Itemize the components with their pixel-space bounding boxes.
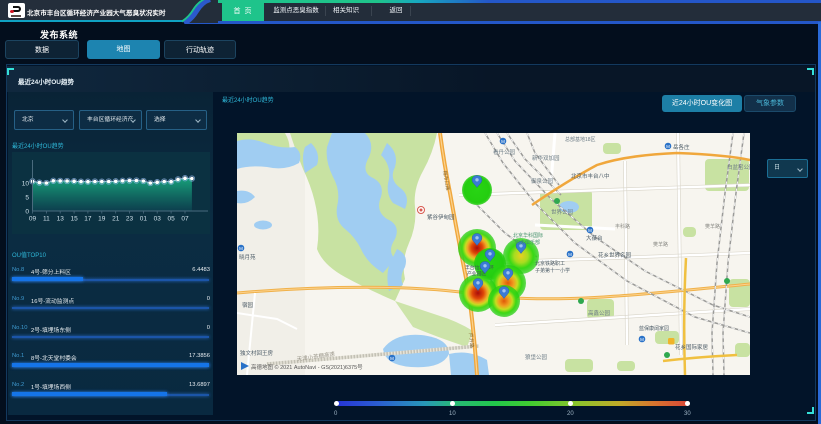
svg-text:紫谷伊甸园: 紫谷伊甸园: [427, 213, 455, 221]
svg-text:高德地图 © 2021 AutoNavi - GS(2021: 高德地图 © 2021 AutoNavi - GS(2021)6375号: [251, 363, 363, 371]
svg-text:05: 05: [167, 216, 175, 223]
svg-text:01: 01: [140, 216, 148, 223]
svg-text:北京华科国际: 北京华科国际: [513, 232, 543, 239]
svg-text:世界公园: 世界公园: [551, 208, 574, 216]
svg-text:10: 10: [22, 181, 30, 188]
svg-text:白盆窑公园: 白盆窑公园: [727, 163, 750, 171]
svg-text:新华双加园: 新华双加园: [532, 154, 560, 162]
svg-text:M: M: [568, 252, 572, 257]
svg-text:樊羊路: 樊羊路: [705, 223, 720, 230]
svg-text:23: 23: [126, 216, 134, 223]
svg-text:03: 03: [154, 216, 162, 223]
svg-text:M: M: [239, 246, 243, 251]
svg-text:5: 5: [25, 195, 29, 202]
svg-text:总部基地18区: 总部基地18区: [565, 136, 596, 143]
svg-text:大葆台: 大葆台: [586, 234, 603, 242]
svg-text:樊羊路: 樊羊路: [653, 241, 668, 248]
svg-text:岳各庄: 岳各庄: [673, 143, 690, 151]
svg-text:M: M: [640, 337, 644, 342]
svg-text:宿园: 宿园: [242, 301, 254, 309]
svg-text:13: 13: [57, 216, 65, 223]
svg-text:御泉公园: 御泉公园: [531, 177, 554, 185]
svg-text:M: M: [588, 228, 592, 233]
svg-text:17: 17: [84, 216, 92, 223]
svg-text:购夫俱乐部: 购夫俱乐部: [515, 239, 540, 246]
svg-text:独文村回王房: 独文村回王房: [240, 349, 274, 357]
svg-text:晓月苑: 晓月苑: [239, 253, 256, 261]
svg-text:丰科路: 丰科路: [615, 223, 630, 230]
svg-text:子弟第十一小学: 子弟第十一小学: [535, 267, 570, 274]
svg-text:0: 0: [25, 209, 29, 216]
svg-text:北京市丰台八中: 北京市丰台八中: [571, 172, 610, 180]
svg-text:21: 21: [112, 216, 120, 223]
svg-text:花乡世界名园: 花乡世界名园: [598, 251, 632, 259]
svg-text:19: 19: [98, 216, 106, 223]
svg-text:看丹公园: 看丹公园: [493, 148, 516, 156]
svg-text:07: 07: [181, 216, 189, 223]
svg-text:15: 15: [70, 216, 78, 223]
svg-text:M: M: [501, 139, 505, 144]
svg-text:09: 09: [29, 216, 37, 223]
svg-text:M: M: [390, 356, 394, 361]
svg-text:M: M: [666, 144, 670, 149]
svg-text:花乡国际家居: 花乡国际家居: [675, 343, 709, 351]
svg-text:北京铁路职工: 北京铁路职工: [535, 260, 565, 267]
svg-text:狼垡公园: 狼垡公园: [525, 353, 548, 361]
svg-text:11: 11: [43, 216, 50, 223]
svg-text:蓝保康阔家园: 蓝保康阔家园: [639, 325, 669, 332]
svg-text:高鑫公园: 高鑫公园: [588, 309, 611, 317]
